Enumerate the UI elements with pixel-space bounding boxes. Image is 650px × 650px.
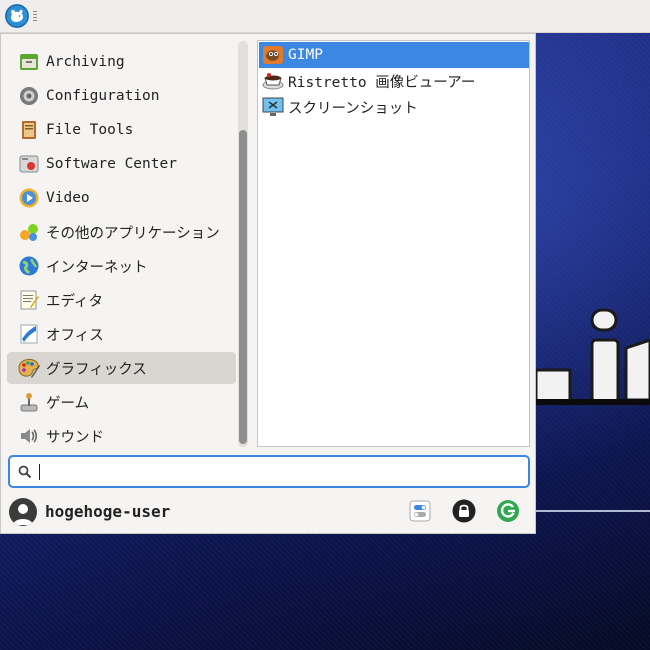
lock-icon — [452, 499, 476, 523]
category-graphics[interactable]: グラフィックス — [7, 352, 236, 384]
top-panel — [0, 0, 650, 33]
lock-screen-button[interactable] — [451, 498, 477, 524]
username: hogehoge-user — [45, 502, 171, 521]
screenshot-icon — [261, 95, 285, 119]
whisker-menu: Archiving Configuration File Tools Softw… — [0, 33, 536, 534]
app-screenshot[interactable]: スクリーンショット — [259, 94, 529, 120]
logout-button[interactable] — [495, 498, 521, 524]
panel-handle[interactable] — [33, 11, 37, 21]
software-center-icon — [17, 152, 41, 176]
category-configuration[interactable]: Configuration — [7, 80, 236, 112]
category-games[interactable]: ゲーム — [7, 386, 236, 418]
graphics-icon — [17, 356, 41, 380]
xfce-mouse-icon — [5, 4, 29, 28]
logout-icon — [497, 500, 519, 522]
category-software-center[interactable]: Software Center — [7, 148, 236, 180]
search-input[interactable] — [44, 460, 528, 486]
archive-icon — [17, 50, 41, 74]
sound-icon — [17, 424, 41, 448]
ristretto-icon — [261, 69, 285, 93]
wallpaper-line — [535, 510, 650, 512]
category-other-apps[interactable]: その他のアプリケーション — [7, 216, 236, 248]
video-icon — [17, 186, 41, 210]
file-tools-icon — [17, 118, 41, 142]
user-avatar — [9, 498, 37, 526]
other-apps-icon — [17, 220, 41, 244]
whisker-menu-button[interactable] — [2, 2, 32, 30]
category-internet[interactable]: インターネット — [7, 250, 236, 282]
category-editor[interactable]: エディタ — [7, 284, 236, 316]
user-icon — [13, 504, 33, 525]
app-gimp[interactable]: GIMP — [259, 42, 529, 68]
category-sound[interactable]: サウンド — [7, 420, 236, 452]
gimp-icon — [261, 43, 285, 67]
category-video[interactable]: Video — [7, 182, 236, 214]
office-icon — [17, 322, 41, 346]
category-file-tools[interactable]: File Tools — [7, 114, 236, 146]
games-icon — [17, 390, 41, 414]
settings-toggle-button[interactable] — [407, 498, 433, 524]
editor-icon — [17, 288, 41, 312]
settings-icon — [17, 84, 41, 108]
user-bar: hogehoge-user — [1, 494, 535, 534]
wallpaper-logo — [534, 308, 650, 405]
app-ristretto[interactable]: Ristretto 画像ビューアー — [259, 68, 529, 94]
search-icon — [18, 465, 32, 479]
text-cursor — [39, 464, 40, 480]
search-box[interactable] — [8, 455, 530, 488]
category-archiving[interactable]: Archiving — [7, 46, 236, 78]
category-scrollbar-thumb[interactable] — [239, 130, 247, 444]
application-list: GIMP Ristretto 画像ビューアー スクリーンショット — [257, 40, 530, 447]
category-office[interactable]: オフィス — [7, 318, 236, 350]
settings-toggle-icon — [409, 500, 431, 522]
internet-icon — [17, 254, 41, 278]
